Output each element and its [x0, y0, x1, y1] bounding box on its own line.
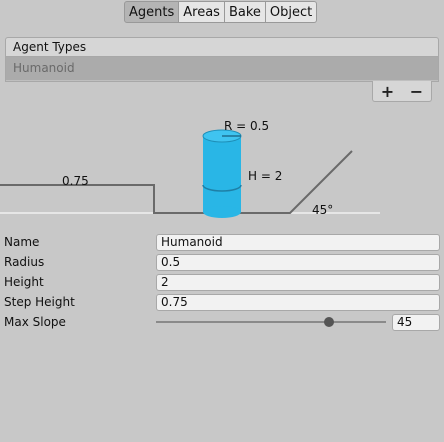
max-slope-slider-track[interactable]: [156, 321, 386, 323]
height-row: Height 2: [4, 273, 440, 291]
max-slope-row: Max Slope 45: [4, 313, 440, 331]
tab-agents[interactable]: Agents: [124, 1, 180, 23]
cylinder-bottom: [203, 206, 241, 218]
step-profile: [0, 150, 353, 214]
step-height-row: Step Height 0.75: [4, 293, 440, 311]
radius-field[interactable]: 0.5: [156, 253, 440, 271]
height-field[interactable]: 2: [156, 273, 440, 291]
radius-label: R = 0.5: [224, 119, 269, 133]
list-footer: + −: [372, 81, 432, 102]
name-field[interactable]: Humanoid: [156, 233, 440, 251]
tab-bake[interactable]: Bake: [224, 1, 266, 23]
agent-diagram: R = 0.5 H = 2 0.75 45°: [0, 119, 380, 218]
radius-label-text: Radius: [4, 255, 45, 269]
agent-types-list: Humanoid: [5, 57, 439, 82]
max-slope-value-field[interactable]: 45: [392, 313, 440, 331]
height-label-text: Height: [4, 275, 44, 289]
max-slope-slider-thumb[interactable]: [323, 317, 334, 327]
step-height-label: 0.75: [62, 174, 89, 188]
agent-types-header: Agent Types: [5, 37, 439, 57]
tab-bar: Agents Areas Bake Object: [124, 1, 318, 23]
agent-cylinder: [202, 129, 242, 218]
step-height-label-text: Step Height: [4, 295, 75, 309]
radius-row: Radius 0.5: [4, 253, 440, 271]
name-label: Name: [4, 235, 40, 249]
tab-object[interactable]: Object: [265, 1, 318, 23]
name-row: Name Humanoid: [4, 233, 440, 251]
cylinder-body: [203, 136, 241, 212]
slope-label: 45°: [312, 203, 333, 217]
tab-areas[interactable]: Areas: [179, 1, 225, 23]
step-height-field[interactable]: 0.75: [156, 293, 440, 311]
list-item[interactable]: Humanoid: [6, 57, 438, 80]
max-slope-label: Max Slope: [4, 315, 66, 329]
height-label: H = 2: [248, 169, 282, 183]
remove-agent-button[interactable]: −: [410, 82, 423, 101]
add-agent-button[interactable]: +: [381, 82, 394, 101]
